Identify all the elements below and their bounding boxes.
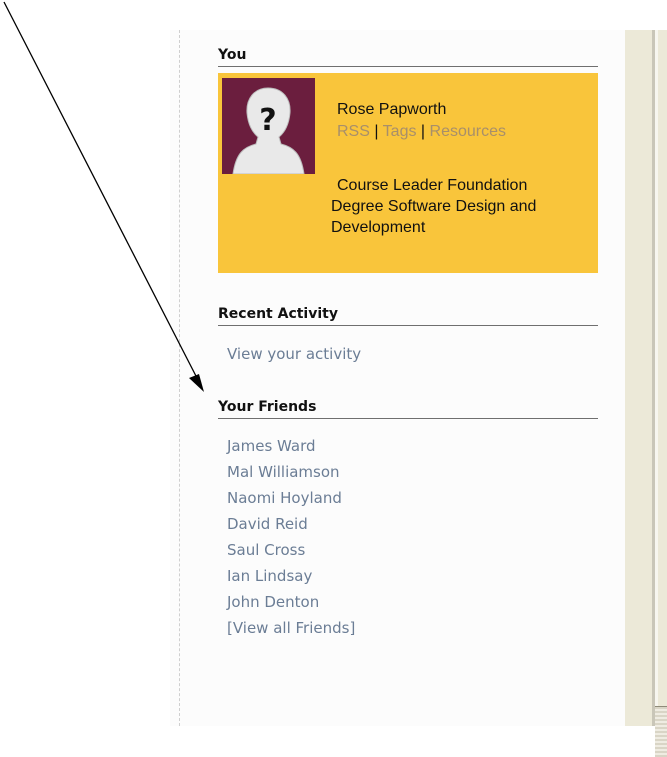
arrow-icon	[3, 1, 204, 392]
